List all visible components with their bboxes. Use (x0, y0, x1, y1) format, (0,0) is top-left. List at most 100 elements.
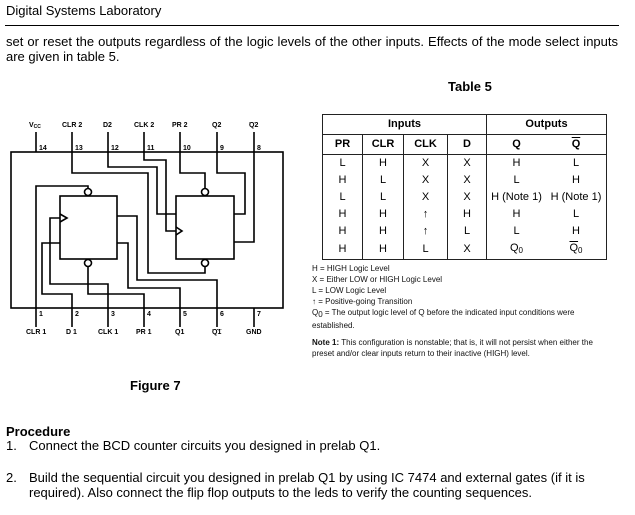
cell-q-bar: L (546, 154, 607, 172)
cell-q-bar: H (Note 1) (546, 189, 607, 206)
pin-label-clk1: CLK 1 (98, 329, 118, 336)
cell-q-bar: H (546, 172, 607, 189)
legend-item: X = Either LOW or HIGH Logic Level (312, 275, 443, 284)
table-row: H H ↑ H H L (322, 206, 607, 223)
pin-label-clr1: CLR 1 (26, 329, 46, 336)
flip-flop-2 (175, 195, 235, 260)
ff1-preset-bubble (83, 187, 93, 197)
procedure-step-text: Connect the BCD counter circuits you des… (29, 438, 381, 453)
column-header-q: Q (486, 134, 546, 155)
column-header-q-bar: Q (571, 138, 581, 150)
table-row: L H X X H L (322, 154, 607, 172)
document-header-title: Digital Systems Laboratory (6, 3, 162, 18)
ff2-clear-bubble (200, 258, 210, 268)
figure-caption: Figure 7 (130, 378, 181, 393)
table-caption: Table 5 (448, 79, 492, 94)
pin-number-6: 6 (220, 311, 224, 318)
cell-pr: H (322, 172, 363, 189)
top-pin-labels: VCC CLR 2 D2 CLK 2 PR 2 Q2 Q2 14 13 12 1… (29, 122, 261, 152)
pin-number-1: 1 (39, 311, 43, 318)
column-header-d: D (447, 134, 487, 155)
q0-subscript: 0 (518, 246, 523, 255)
cell-q-bar: Q0 (546, 240, 607, 260)
pin-number-10: 10 (183, 145, 191, 152)
cell-d: H (447, 206, 487, 223)
pin-label-clr2: CLR 2 (62, 122, 82, 129)
flip-flop-1 (59, 195, 118, 260)
pin-label-d1: D 1 (66, 329, 77, 336)
pin-label-vcc: VCC (29, 122, 41, 130)
pin-label-pr2: PR 2 (172, 122, 188, 129)
wire-clr2 (71, 152, 206, 274)
cell-clr: L (362, 189, 404, 206)
header-divider (5, 25, 619, 26)
wire-q2 (216, 152, 246, 215)
cell-clr: H (362, 240, 404, 260)
wire-pr2 (179, 152, 206, 189)
cell-clr: H (362, 206, 404, 223)
legend-item: L = LOW Logic Level (312, 286, 387, 295)
cell-clk: X (403, 154, 448, 172)
table-row: L L X X H (Note 1) H (Note 1) (322, 189, 607, 206)
wire-d1 (41, 242, 73, 308)
cell-d: X (447, 154, 487, 172)
inputs-group-header: Inputs (322, 114, 487, 135)
pin-number-5: 5 (183, 311, 187, 318)
q0-bar-symbol: Q (569, 242, 579, 254)
pin-label-pr1: PR 1 (136, 329, 152, 336)
ic-wiring (10, 132, 284, 327)
cell-pr: L (322, 189, 363, 206)
q0-bar-subscript: 0 (578, 246, 583, 255)
table-note: Note 1: This configuration is nonstable;… (312, 337, 612, 359)
ff2-preset-bubble (200, 187, 210, 197)
cell-pr: H (322, 206, 363, 223)
pin-number-9: 9 (220, 145, 224, 152)
cell-d: X (447, 240, 487, 260)
truth-table: Inputs Outputs PR CLR CLK D Q Q L H X X … (322, 114, 607, 260)
cell-clk: ↑ (403, 206, 448, 223)
q0-symbol: Q (509, 242, 519, 254)
cell-pr: H (322, 240, 363, 260)
column-header-clr: CLR (362, 134, 404, 155)
cell-q: H (486, 154, 546, 172)
pin-label-q1: Q1 (175, 329, 184, 336)
legend-item: H = HIGH Logic Level (312, 264, 390, 273)
cell-d: X (447, 172, 487, 189)
cell-clr: H (362, 154, 404, 172)
column-header-clk: CLK (403, 134, 448, 155)
ff1-clear-bubble (83, 258, 93, 268)
intro-paragraph: set or reset the outputs regardless of t… (6, 34, 618, 64)
cell-clk: X (403, 189, 448, 206)
pin-number-14: 14 (39, 145, 47, 152)
cell-pr: L (322, 154, 363, 172)
procedure-step-number: 2. (6, 470, 17, 485)
ff1-clock-triangle (59, 213, 69, 223)
cell-q: Q0 (486, 240, 546, 260)
pin-label-d2: D2 (103, 122, 112, 129)
cell-q-bar: L (546, 206, 607, 223)
procedure-step-number: 1. (6, 438, 17, 453)
pin-number-3: 3 (111, 311, 115, 318)
note-text: This configuration is nonstable; that is… (312, 338, 593, 358)
cell-clk: X (403, 172, 448, 189)
table-legend: H = HIGH Logic Level X = Either LOW or H… (312, 263, 612, 359)
pin-label-q2-bar: Q2 (249, 122, 258, 129)
cell-q: L (486, 223, 546, 240)
ff2-clock-triangle (175, 226, 184, 236)
pin-number-4: 4 (147, 311, 151, 318)
cell-pr: H (322, 223, 363, 240)
pin-number-13: 13 (75, 145, 83, 152)
cell-d: X (447, 189, 487, 206)
cell-q: H (Note 1) (486, 189, 546, 206)
q0-legend-text: = The output logic level of Q before the… (312, 308, 575, 330)
legend-item-q0: Q0 = The output logic level of Q before … (312, 307, 612, 331)
note-label: Note 1: (312, 338, 340, 347)
outputs-group-header: Outputs (486, 114, 607, 135)
cell-d: L (447, 223, 487, 240)
pin-number-7: 7 (257, 311, 261, 318)
pin-label-q2: Q2 (212, 122, 221, 129)
cell-q: H (486, 206, 546, 223)
wire-clr1 (35, 185, 89, 308)
cell-clk: ↑ (403, 223, 448, 240)
table-row: H L X X L H (322, 172, 607, 189)
